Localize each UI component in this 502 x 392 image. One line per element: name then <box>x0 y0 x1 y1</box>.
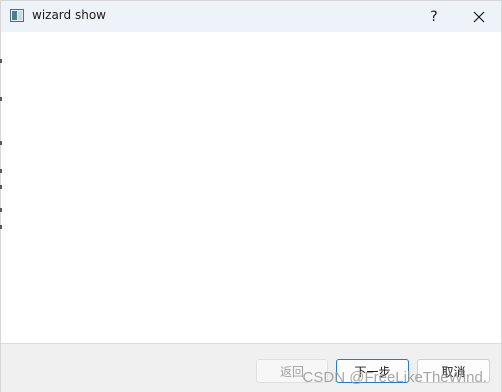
edge-mark <box>0 59 2 63</box>
wizard-button-bar: 返回 下一步 取消 CSDN @FreeLikeTheWind. <box>1 343 501 392</box>
close-icon <box>473 11 485 22</box>
edge-mark <box>0 97 2 101</box>
help-button[interactable]: ? <box>412 1 456 32</box>
wizard-window: wizard show ? 返回 下一步 取消 CSDN @FreeLikeTh… <box>0 0 502 392</box>
edge-mark <box>0 141 2 145</box>
wizard-page-content <box>1 32 501 343</box>
edge-mark <box>0 208 2 212</box>
help-label: ? <box>430 8 438 25</box>
title-bar[interactable]: wizard show ? <box>1 1 501 32</box>
edge-mark <box>0 225 2 229</box>
watermark: CSDN @FreeLikeTheWind. <box>302 369 487 386</box>
edge-mark <box>0 169 2 173</box>
window-title: wizard show <box>32 8 106 22</box>
edge-mark <box>0 185 2 189</box>
app-window-icon <box>10 9 24 22</box>
close-button[interactable] <box>457 1 501 32</box>
